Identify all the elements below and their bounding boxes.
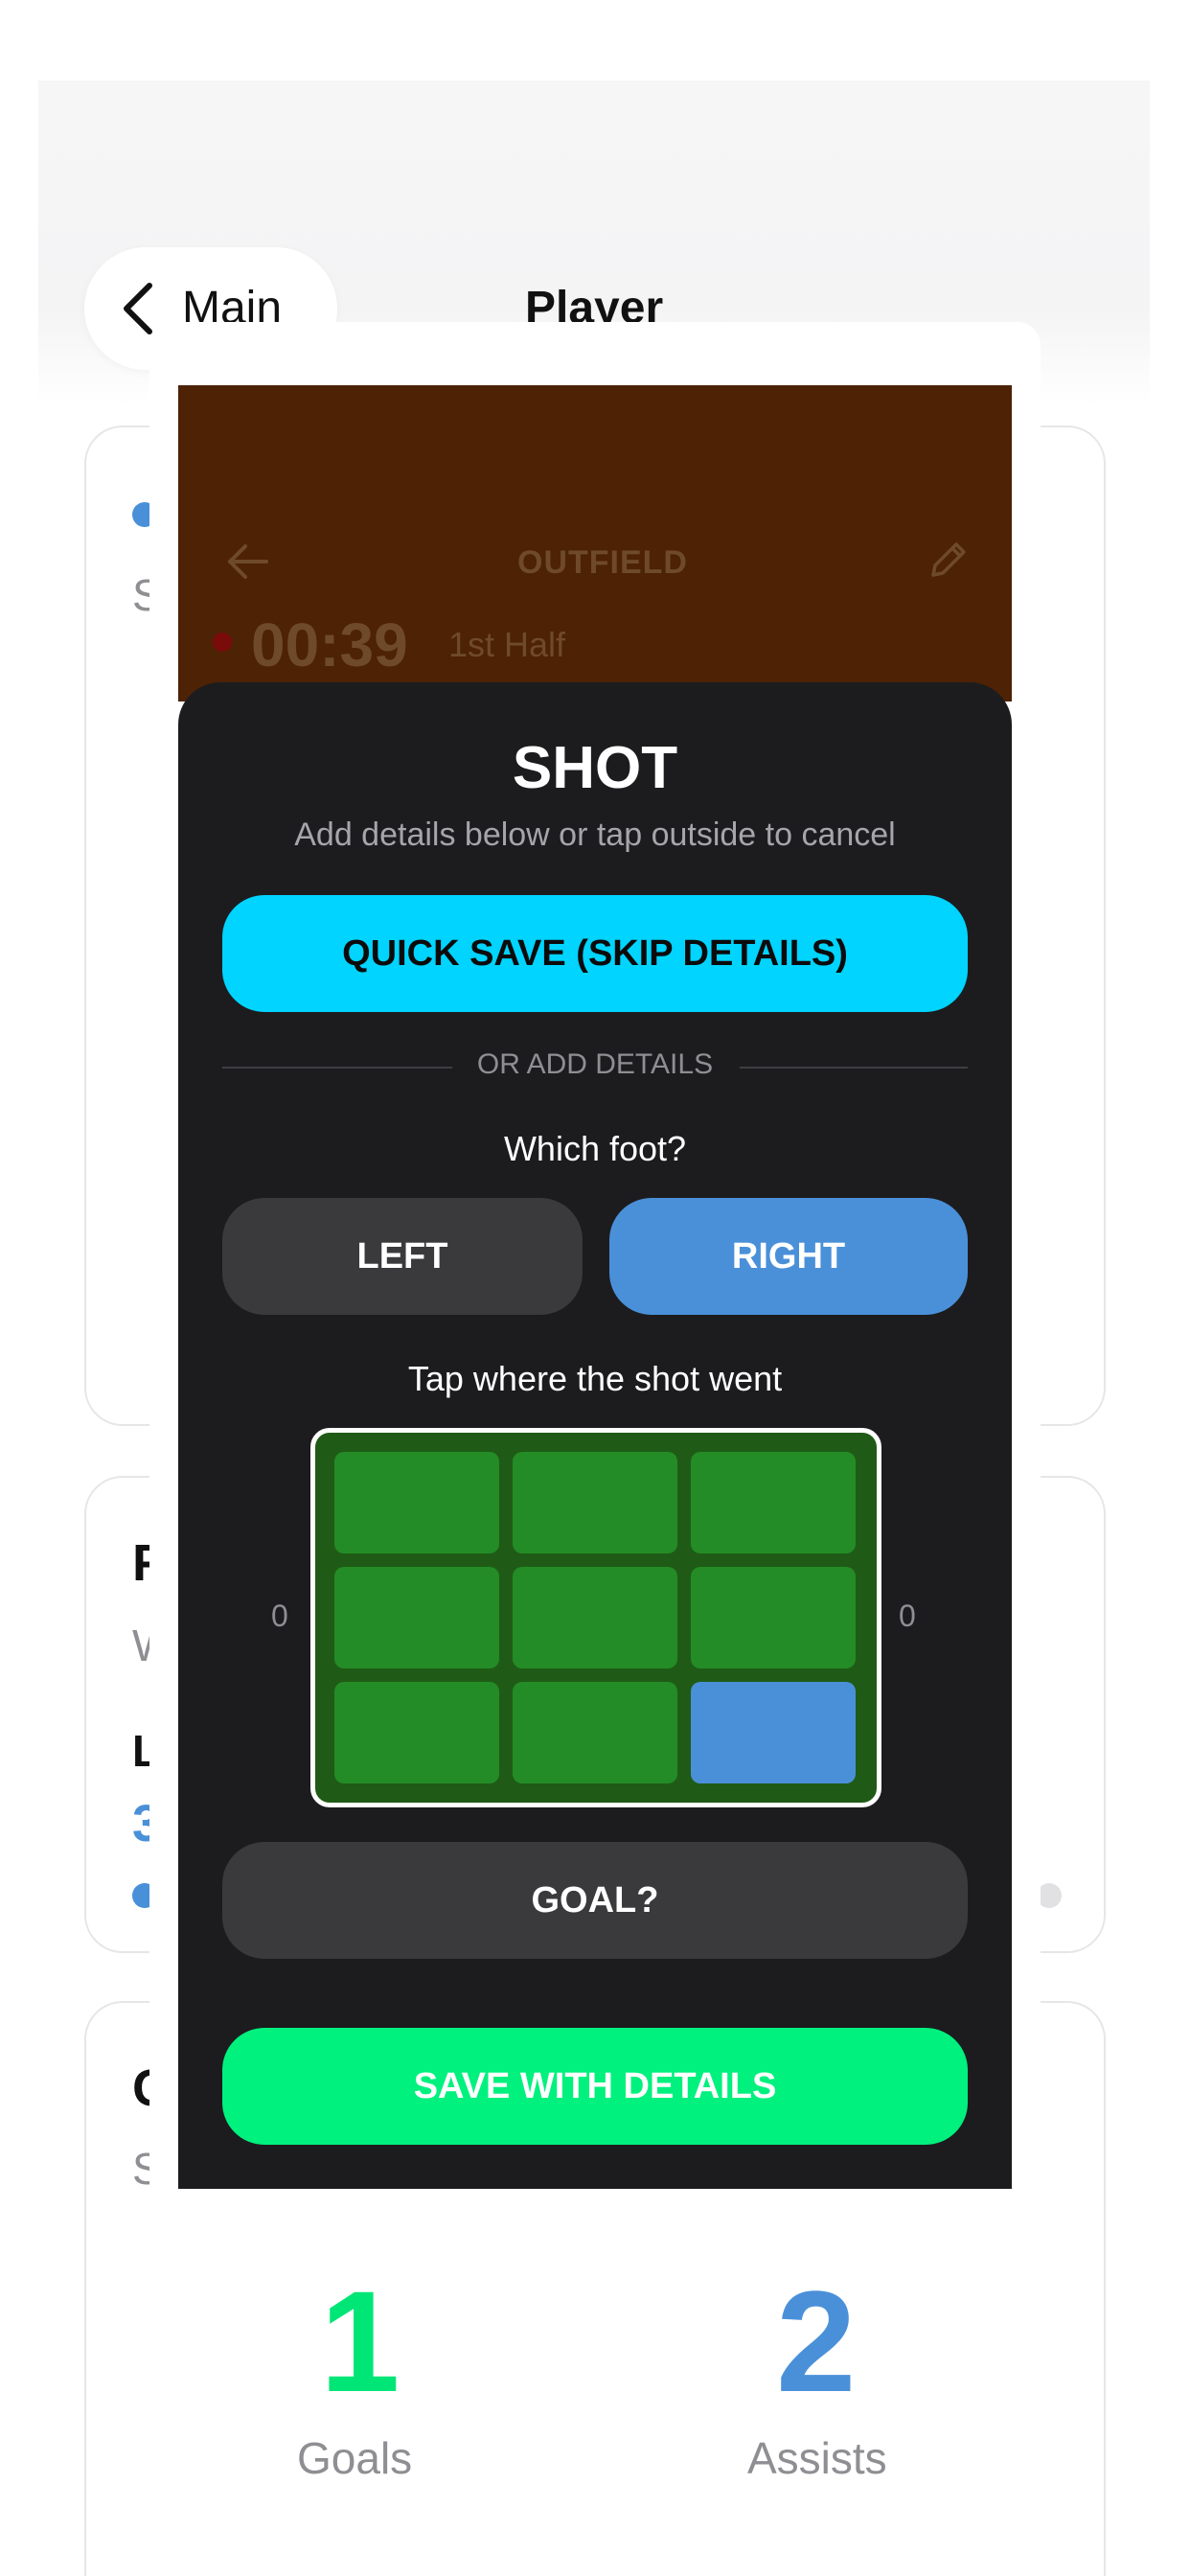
left-foot-button[interactable]: LEFT <box>222 1198 583 1315</box>
position-title: OUTFIELD <box>517 544 688 581</box>
goals-label: Goals <box>297 2433 413 2483</box>
quick-save-button[interactable]: QUICK SAVE (SKIP DETAILS) <box>222 895 968 1012</box>
goal-zone-top-left[interactable] <box>334 1452 499 1553</box>
pencil-icon[interactable] <box>926 539 970 583</box>
sheet-title: SHOT <box>512 735 678 801</box>
left-miss-count: 0 <box>271 1598 288 1633</box>
live-indicator-dot <box>213 632 232 652</box>
goal-toggle-button[interactable]: GOAL? <box>222 1842 968 1959</box>
right-miss-count: 0 <box>899 1598 916 1633</box>
target-prompt: Tap where the shot went <box>407 1359 783 1398</box>
arrow-left-icon[interactable] <box>224 542 270 581</box>
goal-target-grid <box>310 1428 881 1807</box>
right-foot-button[interactable]: RIGHT <box>609 1198 968 1315</box>
match-clock: 00:39 <box>251 610 408 679</box>
goal-zone-bottom-right[interactable] <box>691 1682 856 1783</box>
goal-zone-middle-right[interactable] <box>691 1567 856 1668</box>
sheet-subtitle: Add details below or tap outside to canc… <box>294 816 896 853</box>
goals-count: 1 <box>320 2261 400 2422</box>
goal-zone-top-center[interactable] <box>513 1452 677 1553</box>
goal-zone-top-right[interactable] <box>691 1452 856 1553</box>
assists-count: 2 <box>776 2261 857 2422</box>
goal-zone-middle-left[interactable] <box>334 1567 499 1668</box>
divider-label: OR ADD DETAILS <box>476 1048 714 1080</box>
foot-question: Which foot? <box>503 1129 687 1168</box>
assists-label: Assists <box>747 2433 887 2483</box>
save-with-details-button[interactable]: SAVE WITH DETAILS <box>222 2028 968 2145</box>
match-period: 1st Half <box>448 625 566 664</box>
goal-zone-bottom-center[interactable] <box>513 1682 677 1783</box>
goal-zone-middle-center[interactable] <box>513 1567 677 1668</box>
goal-zone-bottom-left[interactable] <box>334 1682 499 1783</box>
